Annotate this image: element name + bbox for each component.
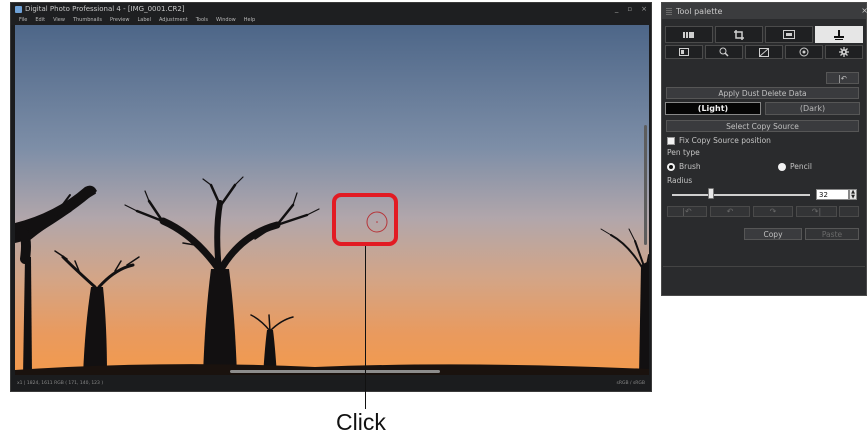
brush-radio[interactable] (667, 163, 675, 171)
tab-color[interactable] (785, 45, 823, 59)
paste-button[interactable]: Paste (805, 228, 859, 240)
menu-bar: File Edit View Thumbnails Preview Label … (11, 15, 651, 25)
pencil-radio[interactable] (778, 163, 786, 171)
grip-icon[interactable] (666, 7, 672, 15)
brush-label: Brush (679, 162, 701, 171)
close-button[interactable]: × (641, 4, 647, 14)
tab-basic-image[interactable] (665, 45, 703, 59)
click-callout-label: Click (336, 409, 386, 435)
window-controls: _ ▫ × (615, 4, 647, 14)
redo-button[interactable]: ↷ (753, 206, 793, 217)
callout-line (365, 246, 367, 409)
copy-button[interactable]: Copy (744, 228, 802, 240)
light-mode-button[interactable]: (Light) (665, 102, 761, 115)
pen-type-label: Pen type (667, 148, 700, 157)
redo-last-button[interactable]: ↷| (796, 206, 837, 217)
undo-button[interactable]: ↶ (710, 206, 750, 217)
menu-file[interactable]: File (19, 17, 27, 23)
dark-mode-button[interactable]: (Dark) (765, 102, 860, 115)
menu-edit[interactable]: Edit (35, 17, 45, 23)
tab-crop[interactable] (715, 26, 763, 43)
adjust-tab-icon (683, 31, 694, 38)
tab-basic-adjust[interactable] (665, 26, 713, 43)
tone-curve-icon (759, 47, 769, 57)
palette-title: Tool palette (676, 6, 723, 16)
tool-tabs-secondary (662, 45, 866, 59)
apply-dust-delete-button[interactable]: Apply Dust Delete Data (666, 87, 859, 99)
window-title: Digital Photo Professional 4 - [IMG_0001… (25, 5, 185, 13)
menu-tools[interactable]: Tools (196, 17, 208, 23)
history-end-cap (839, 206, 859, 217)
tab-settings[interactable] (825, 45, 863, 59)
tab-lens[interactable] (765, 26, 813, 43)
vertical-scrollbar[interactable] (644, 125, 647, 245)
tab-tone-curve[interactable] (745, 45, 783, 59)
select-copy-source-button[interactable]: Select Copy Source (666, 120, 859, 132)
app-window: Digital Photo Professional 4 - [IMG_0001… (10, 2, 652, 392)
lens-tab-icon (783, 30, 795, 39)
menu-thumbnails[interactable]: Thumbnails (73, 17, 102, 23)
fix-copy-source-label: Fix Copy Source position (679, 136, 771, 145)
palette-close-button[interactable]: × (861, 6, 867, 15)
menu-adjustment[interactable]: Adjustment (159, 17, 188, 23)
menu-window[interactable]: Window (216, 17, 236, 23)
status-bar: x1 | 1824, 1611 RGB ( 171, 140, 123 ) sR… (11, 375, 651, 391)
color-icon (799, 47, 809, 57)
menu-help[interactable]: Help (244, 17, 255, 23)
status-pixel-info: x1 | 1824, 1611 RGB ( 171, 140, 123 ) (17, 380, 104, 386)
click-highlight-box (332, 193, 398, 246)
detail-icon (719, 47, 729, 57)
undo-first-button[interactable]: |↶ (667, 206, 707, 217)
basic-image-icon (679, 48, 689, 56)
menu-view[interactable]: View (53, 17, 65, 23)
title-bar: Digital Photo Professional 4 - [IMG_0001… (11, 3, 651, 15)
tool-tabs-primary (662, 26, 866, 43)
crop-tab-icon (734, 29, 744, 40)
palette-divider (663, 266, 865, 267)
horizontal-scrollbar[interactable] (230, 370, 440, 373)
palette-title-bar[interactable]: Tool palette × (662, 3, 867, 19)
menu-preview[interactable]: Preview (110, 17, 129, 23)
radius-slider-thumb[interactable] (708, 188, 714, 199)
undo-all-button[interactable]: |↶ (826, 72, 859, 84)
radius-input[interactable]: 32 (816, 189, 849, 200)
tab-stamp[interactable] (815, 26, 863, 43)
settings-icon (839, 47, 849, 57)
fix-copy-source-checkbox[interactable] (667, 137, 675, 145)
maximize-button[interactable]: ▫ (627, 4, 632, 14)
radius-slider-track[interactable] (672, 194, 810, 196)
status-color-space: sRGB / sRGB (616, 380, 645, 386)
tab-detail[interactable] (705, 45, 743, 59)
menu-label[interactable]: Label (137, 17, 151, 23)
pencil-label: Pencil (790, 162, 812, 171)
radius-spinner[interactable]: ▲ ▼ (849, 189, 857, 200)
radius-label: Radius (667, 176, 693, 185)
app-logo-icon (15, 5, 22, 13)
minimize-button[interactable]: _ (615, 4, 619, 14)
stamp-tab-icon (834, 29, 844, 40)
